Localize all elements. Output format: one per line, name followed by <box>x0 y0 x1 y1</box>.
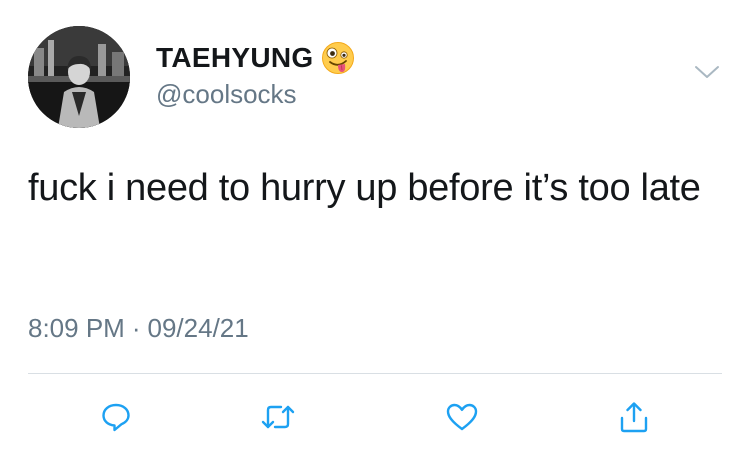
zany-face-emoji-icon <box>322 42 355 74</box>
reply-button[interactable] <box>96 397 136 437</box>
retweet-button[interactable] <box>258 397 298 437</box>
avatar-photo <box>28 26 130 128</box>
tweet-card: TAEHYUNG @coolsocks fuck i need to hurry… <box>0 0 750 461</box>
user-handle[interactable]: @coolsocks <box>156 79 297 110</box>
share-icon <box>620 402 648 433</box>
heart-icon <box>446 403 478 431</box>
share-button[interactable] <box>614 397 654 437</box>
retweet-icon <box>261 405 295 429</box>
tweet-time: 8:09 PM <box>28 313 125 343</box>
avatar[interactable] <box>28 26 130 128</box>
tweet-timestamp[interactable]: 8:09 PM · 09/24/21 <box>28 313 249 344</box>
like-button[interactable] <box>442 397 482 437</box>
chevron-down-icon[interactable] <box>694 62 720 82</box>
tweet-text: fuck i need to hurry up before it’s too … <box>28 167 701 209</box>
divider <box>28 373 722 374</box>
display-name[interactable]: TAEHYUNG <box>156 42 313 74</box>
author-name-row[interactable]: TAEHYUNG <box>156 40 355 76</box>
reply-icon <box>102 403 130 432</box>
timestamp-separator: · <box>131 313 141 343</box>
tweet-date: 09/24/21 <box>147 313 249 343</box>
